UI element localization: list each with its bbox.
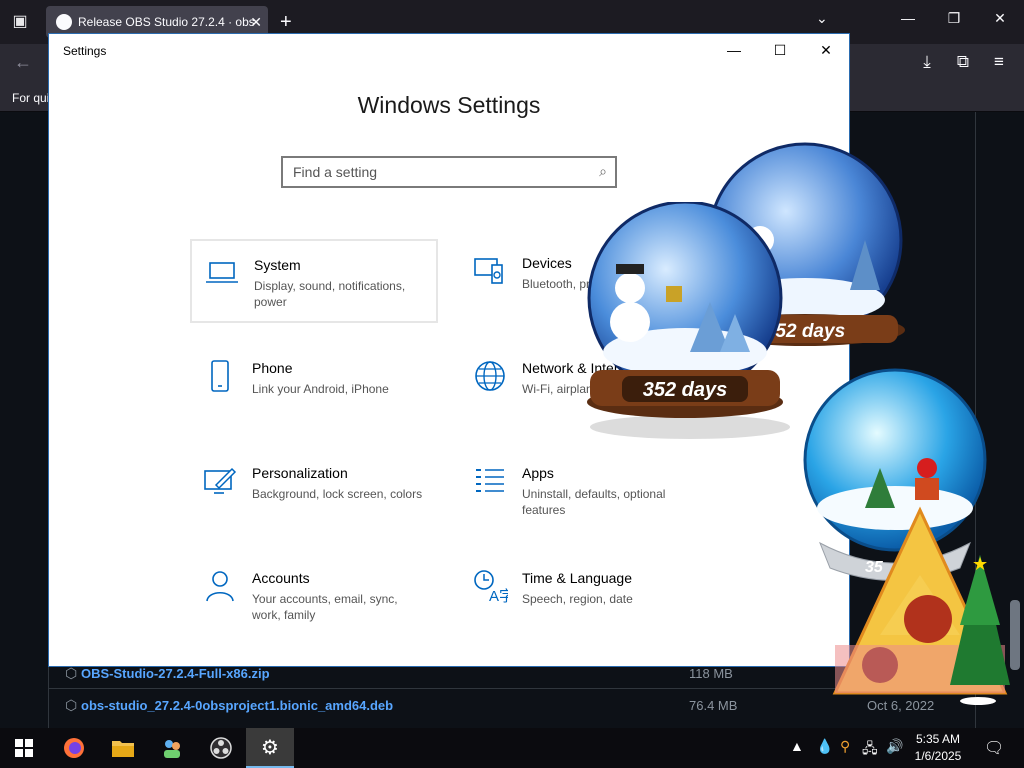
snow-globe-widget[interactable]: 352 days — [580, 202, 795, 442]
firefox-taskbar-button[interactable] — [50, 728, 98, 768]
taskbar-clock[interactable]: 5:35 AM 1/6/2025 — [908, 731, 968, 765]
obs-icon — [210, 737, 232, 759]
firefox-icon — [64, 738, 84, 758]
start-button[interactable] — [0, 728, 48, 768]
chevron-down-icon[interactable]: ⌄ — [816, 10, 828, 27]
asset-link[interactable]: obs-studio_27.2.4-0obsproject1.bionic_am… — [81, 698, 393, 713]
time-language-icon: A字 — [474, 570, 508, 604]
obs-taskbar-button[interactable] — [197, 728, 245, 768]
close-icon[interactable]: ✕ — [803, 38, 849, 62]
windows-logo-icon — [15, 739, 33, 757]
asset-size: 118 MB — [689, 666, 733, 681]
countdown-label: 352 days — [643, 379, 728, 401]
minimize-icon[interactable]: — — [711, 38, 757, 62]
drop-tray-icon[interactable]: 💧 — [816, 738, 833, 755]
gear-icon: ⚙ — [261, 735, 279, 759]
browser-minimize-icon[interactable]: — — [898, 10, 918, 26]
christmas-pyramid-widget[interactable]: ★ — [830, 505, 1024, 705]
maximize-icon[interactable]: ☐ — [757, 38, 803, 62]
category-title: Phone — [252, 360, 293, 376]
category-description: Background, lock screen, colors — [252, 487, 423, 501]
network-icon[interactable]: 🖧 — [862, 738, 878, 762]
people-app-icon — [164, 740, 180, 758]
category-description: Your accounts, email, sync, work, family — [252, 592, 398, 622]
apps-list-icon — [476, 469, 504, 492]
menu-icon[interactable]: ≡ — [988, 52, 1010, 72]
package-icon: ⬡ — [65, 665, 78, 681]
settings-category-phone[interactable]: Phone Link your Android, iPhone — [190, 344, 438, 428]
settings-category-apps[interactable]: Apps Uninstall, defaults, optional featu… — [460, 449, 708, 533]
settings-category-accounts[interactable]: Accounts Your accounts, email, sync, wor… — [190, 554, 438, 638]
settings-category-personalization[interactable]: Personalization Background, lock screen,… — [190, 449, 438, 533]
category-description: Speech, region, date — [522, 592, 633, 606]
settings-taskbar-button[interactable]: ⚙ — [246, 728, 294, 768]
tab-list-icon[interactable]: ▣ — [8, 10, 32, 34]
clock-date: 1/6/2025 — [914, 749, 962, 763]
asset-size: 76.4 MB — [689, 698, 738, 713]
notification-center-icon[interactable]: 🗨 — [984, 738, 1004, 758]
paint-icon — [204, 467, 237, 494]
settings-category-system[interactable]: System Display, sound, notifications, po… — [190, 239, 438, 323]
category-title: Time & Language — [522, 570, 632, 586]
globe-icon — [475, 361, 505, 391]
settings-category-time-language[interactable]: A字 Time & Language Speech, region, date — [460, 554, 708, 638]
browser-close-icon[interactable]: ✕ — [990, 10, 1010, 27]
category-description: Uninstall, defaults, optional features — [522, 487, 666, 517]
folder-icon — [112, 741, 134, 757]
new-tab-button[interactable]: + — [280, 10, 292, 34]
person-icon — [206, 571, 234, 602]
category-title: Devices — [522, 255, 572, 271]
svg-text:★: ★ — [972, 554, 988, 575]
category-title: Accounts — [252, 570, 310, 586]
download-icon[interactable]: ⤓ — [916, 52, 938, 72]
phone-icon — [211, 360, 229, 392]
clock-time: 5:35 AM — [915, 732, 961, 746]
category-title: System — [254, 257, 301, 273]
volume-icon[interactable]: 🔊 — [886, 738, 903, 755]
back-arrow-icon[interactable]: ← — [14, 52, 32, 73]
app-taskbar-button[interactable] — [148, 728, 196, 768]
app-tray-icon[interactable]: ▲ — [790, 738, 804, 754]
svg-text:A字: A字 — [489, 588, 508, 604]
page-title: Windows Settings — [357, 92, 541, 118]
search-input[interactable] — [283, 158, 573, 186]
github-favicon-icon — [56, 14, 72, 30]
search-box[interactable]: ⌕ — [281, 156, 617, 188]
laptop-icon — [206, 262, 238, 283]
asset-link[interactable]: OBS-Studio-27.2.4-Full-x86.zip — [81, 666, 270, 681]
extensions-icon[interactable]: ⧉ — [952, 52, 974, 72]
category-title: Apps — [522, 465, 554, 481]
devices-icon — [474, 258, 503, 284]
package-icon: ⬡ — [65, 697, 78, 713]
category-description: Display, sound, notifications, power — [254, 279, 406, 309]
settings-window-title: Settings — [63, 44, 107, 58]
browser-restore-icon[interactable]: ❐ — [944, 10, 964, 27]
search-tray-icon[interactable]: ⚲ — [840, 738, 850, 755]
browser-tab-title: Release OBS Studio 27.2.4 · obs — [78, 15, 255, 29]
search-icon[interactable]: ⌕ — [599, 163, 607, 180]
category-description: Link your Android, iPhone — [252, 382, 389, 396]
bookmarks-label[interactable]: For qui — [12, 91, 49, 105]
taskbar: ⚙ ▲ 💧 ⚲ 🖧 🔊 5:35 AM 1/6/2025 🗨 — [0, 728, 1024, 768]
file-explorer-taskbar-button[interactable] — [99, 728, 147, 768]
category-title: Personalization — [252, 465, 348, 481]
